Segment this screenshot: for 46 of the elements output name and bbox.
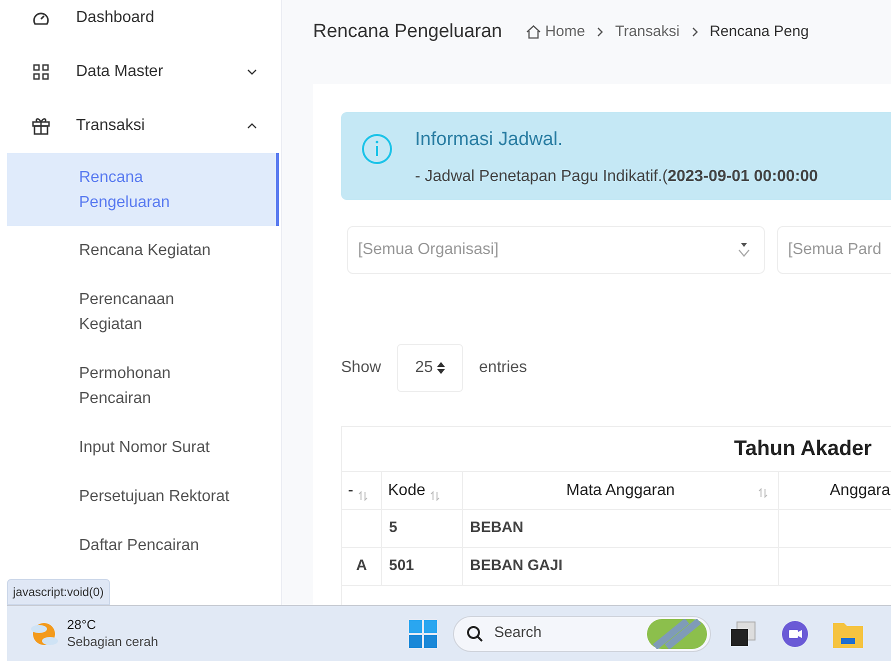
sidebar-item[interactable]: Dashboard bbox=[7, 0, 279, 45]
column-header[interactable]: Kode bbox=[382, 472, 463, 509]
alert-title: Informasi Jadwal. bbox=[415, 128, 564, 152]
table-cell-text: 5 bbox=[389, 518, 398, 538]
video-chat-icon[interactable] bbox=[781, 620, 810, 648]
gift-icon bbox=[32, 117, 50, 135]
dropdown-icon bbox=[738, 243, 750, 257]
column-header[interactable]: Anggara bbox=[779, 472, 891, 509]
sidebar-item[interactable]: Data Master bbox=[7, 45, 279, 99]
table-cell-text: BEBAN bbox=[470, 518, 524, 538]
page-title: Rencana Pengeluaran bbox=[313, 20, 502, 44]
start-icon[interactable] bbox=[409, 620, 438, 648]
status-tooltip: javascript:void(0) bbox=[7, 579, 110, 605]
column-header[interactable]: Mata Anggaran bbox=[463, 472, 779, 509]
submenu-item[interactable]: Permohonan Pencairan bbox=[7, 349, 279, 423]
search-icon bbox=[466, 624, 484, 642]
sort-caret-icon bbox=[436, 362, 445, 374]
breadcrumb-link[interactable]: Home bbox=[526, 20, 586, 44]
show-label: Show bbox=[341, 358, 382, 378]
home-icon bbox=[526, 25, 542, 39]
sidebar-item[interactable]: Transaksi bbox=[7, 99, 279, 153]
column-header[interactable]: - bbox=[342, 472, 382, 509]
alert-text: - Jadwal Penetapan Pagu Indikatif.(2023-09-01 00:00:00 bbox=[415, 166, 818, 186]
submenu-item[interactable]: Input Nomor Surat bbox=[7, 423, 279, 472]
taskbar-search[interactable]: Search bbox=[453, 616, 712, 652]
breadcrumb-link[interactable]: Transaksi bbox=[615, 20, 680, 44]
dashboard-icon bbox=[32, 10, 50, 26]
page-length-select[interactable]: 25 bbox=[397, 344, 464, 392]
table-title: Tahun Akader bbox=[734, 436, 872, 462]
submenu-item[interactable]: Perencanaan Kegiatan bbox=[7, 275, 279, 349]
weather-text: Sebagian cerah bbox=[67, 634, 158, 650]
table-cell-text: A bbox=[356, 556, 367, 576]
breadcrumb-link[interactable]: Rencana Peng bbox=[710, 20, 809, 44]
submenu-item[interactable]: Rencana Kegiatan bbox=[7, 226, 279, 275]
submenu-item[interactable]: Persetujuan Rektorat bbox=[7, 472, 279, 521]
task-view-icon[interactable] bbox=[729, 620, 758, 648]
chevron-right-icon bbox=[692, 27, 698, 37]
grid-icon bbox=[33, 64, 49, 80]
entries-label: entries bbox=[479, 358, 528, 378]
table-cell-text: 501 bbox=[389, 556, 414, 576]
info-icon bbox=[361, 133, 393, 165]
table-cell-text: BEBAN GAJI bbox=[470, 556, 563, 576]
submenu-item[interactable]: Daftar Pencairan bbox=[7, 521, 279, 570]
temperature: 28°C bbox=[67, 617, 98, 634]
chevron-right-icon bbox=[597, 27, 604, 37]
highway-icon bbox=[647, 618, 708, 648]
